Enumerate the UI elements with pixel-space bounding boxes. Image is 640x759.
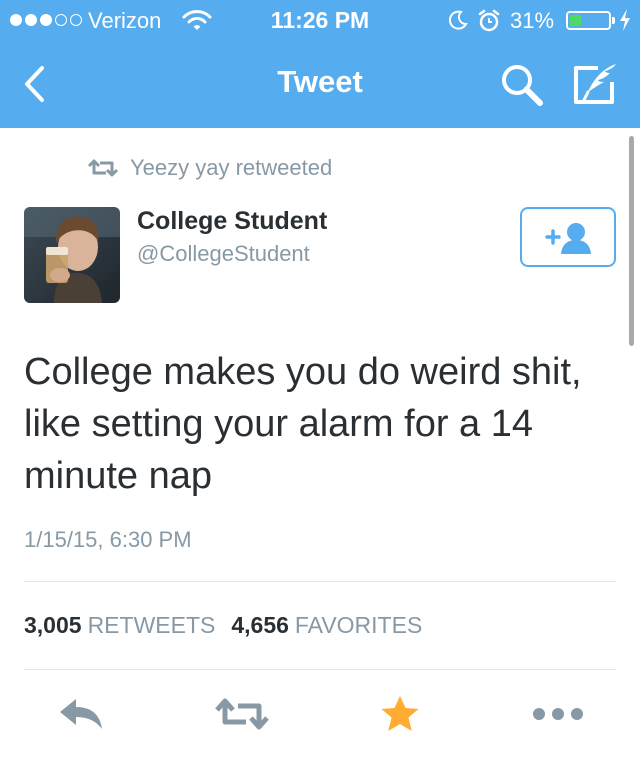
retweet-icon: [87, 159, 119, 177]
divider: [24, 581, 616, 582]
battery-cap: [612, 17, 615, 24]
favorites-label[interactable]: FAVORITES: [295, 612, 422, 639]
divider: [24, 669, 616, 670]
more-icon: [533, 708, 583, 720]
reply-button[interactable]: [58, 694, 104, 734]
reply-icon: [60, 699, 102, 729]
status-bar: Verizon 11:26 PM 31%: [0, 0, 640, 40]
more-button[interactable]: [532, 694, 584, 734]
retweet-button[interactable]: [214, 694, 270, 734]
retweet-context-text: Yeezy yay retweeted: [130, 155, 333, 180]
scroll-indicator: [629, 136, 634, 346]
do-not-disturb-icon: [447, 9, 469, 36]
favorite-button[interactable]: [378, 694, 422, 734]
tweet-text: College makes you do weird shit, like se…: [24, 351, 582, 497]
follow-button[interactable]: [520, 207, 616, 267]
search-button[interactable]: [498, 62, 546, 108]
add-user-icon: [545, 223, 591, 254]
retweets-label[interactable]: RETWEETS: [88, 612, 216, 639]
tweet-timestamp: 1/15/15, 6:30 PM: [24, 527, 192, 552]
retweets-count[interactable]: 3,005: [24, 612, 82, 639]
tweet-stats: 3,005 RETWEETS 4,656 FAVORITES: [24, 612, 438, 639]
author-handle[interactable]: @CollegeStudent: [137, 241, 310, 267]
nav-bar: Tweet: [0, 40, 640, 128]
battery-percentage: 31%: [510, 8, 555, 33]
search-icon: [502, 65, 543, 106]
header: Verizon 11:26 PM 31% Tweet: [0, 0, 640, 128]
favorites-count[interactable]: 4,656: [231, 612, 289, 639]
avatar[interactable]: [24, 207, 120, 303]
retweet-context: Yeezy yay retweeted: [86, 155, 332, 181]
battery-level-fill: [570, 15, 581, 26]
compose-button[interactable]: [570, 62, 620, 108]
alarm-icon: [477, 9, 501, 38]
charging-icon: [618, 8, 632, 37]
author-name[interactable]: College Student: [137, 207, 327, 236]
compose-icon: [574, 64, 616, 104]
retweet-icon: [215, 698, 269, 730]
battery-icon: [566, 11, 611, 30]
star-icon: [381, 696, 419, 731]
